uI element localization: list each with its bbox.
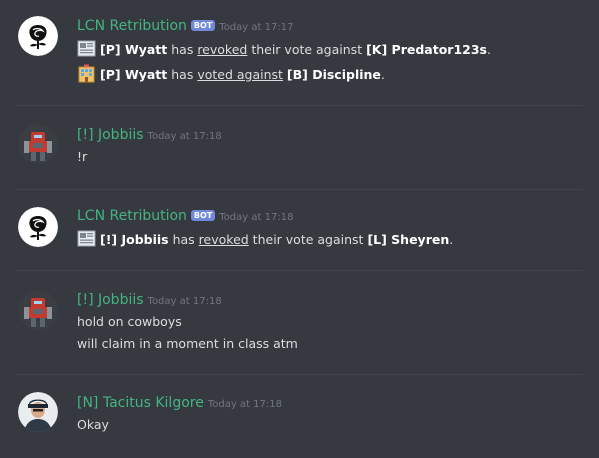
timestamp[interactable]: Today at 17:18: [208, 399, 282, 410]
voter-name: [!] Jobbiis: [100, 232, 169, 247]
text: their vote against: [248, 232, 368, 247]
vote-action: revoked: [197, 42, 248, 57]
avatar-tacitus-kilgore[interactable]: [18, 392, 58, 432]
newspaper-icon: [77, 229, 96, 248]
timestamp[interactable]: Today at 17:18: [148, 296, 222, 307]
chat-messages: LCN Retribution BOT Today at 17:17 [P] Wya…: [0, 0, 599, 458]
robot-icon: [18, 124, 58, 164]
person-icon: [18, 392, 58, 432]
message-divider: [16, 105, 583, 106]
message-header: [!] Jobbiis Today at 17:18: [77, 124, 222, 144]
message-text: hold on cowboys: [77, 314, 182, 329]
avatar-lcn-retribution[interactable]: [18, 16, 58, 56]
message-divider: [16, 374, 583, 375]
text: .: [487, 42, 491, 57]
message-line: [P] Wyatt has voted against [B] Discipli…: [77, 64, 385, 84]
message-text: !r: [77, 149, 88, 164]
username[interactable]: [!] Jobbiis: [77, 127, 144, 143]
message-text: Okay: [77, 417, 109, 432]
text: .: [380, 67, 385, 82]
message-divider: [16, 189, 583, 190]
message-header: LCN Retribution BOT Today at 17:17: [77, 15, 293, 35]
timestamp[interactable]: Today at 17:18: [219, 212, 293, 223]
avatar-jobbiis[interactable]: [18, 290, 58, 330]
text: .: [449, 232, 454, 247]
timestamp[interactable]: Today at 17:17: [219, 22, 293, 33]
message-line: [P] Wyatt has revoked their vote against…: [77, 39, 491, 59]
text: has: [168, 232, 199, 247]
message-header: [!] Jobbiis Today at 17:18: [77, 289, 222, 309]
avatar-jobbiis[interactable]: [18, 124, 58, 164]
text: has: [167, 67, 198, 82]
voter-name: [P] Wyatt: [100, 67, 168, 82]
message-divider: [16, 270, 583, 271]
rose-icon: [18, 207, 58, 247]
vote-target: [L] Sheyren: [367, 232, 450, 247]
timestamp[interactable]: Today at 17:18: [148, 131, 222, 142]
message-line: [!] Jobbiis has revoked their vote again…: [77, 229, 453, 249]
text: their vote against: [247, 42, 367, 57]
text: has: [167, 42, 198, 57]
rose-icon: [18, 16, 58, 56]
robot-icon: [18, 290, 58, 330]
vote-action: revoked: [198, 232, 249, 247]
bot-badge: BOT: [190, 210, 216, 221]
username[interactable]: LCN Retribution: [77, 208, 187, 224]
voter-name: [P] Wyatt: [100, 42, 168, 57]
username[interactable]: [N] Tacitus Kilgore: [77, 395, 204, 411]
username[interactable]: [!] Jobbiis: [77, 292, 144, 308]
avatar-lcn-retribution[interactable]: [18, 207, 58, 247]
vote-target: [B] Discipline: [286, 67, 381, 82]
bot-badge: BOT: [190, 20, 216, 31]
newspaper-icon: [77, 39, 96, 58]
username[interactable]: LCN Retribution: [77, 18, 187, 34]
message-header: LCN Retribution BOT Today at 17:18: [77, 205, 293, 225]
message-header: [N] Tacitus Kilgore Today at 17:18: [77, 392, 282, 412]
vote-target: [K] Predator123s: [366, 42, 487, 57]
office-building-icon: [77, 64, 96, 83]
message-text: will claim in a moment in class atm: [77, 336, 298, 351]
vote-action: voted against: [197, 67, 283, 82]
